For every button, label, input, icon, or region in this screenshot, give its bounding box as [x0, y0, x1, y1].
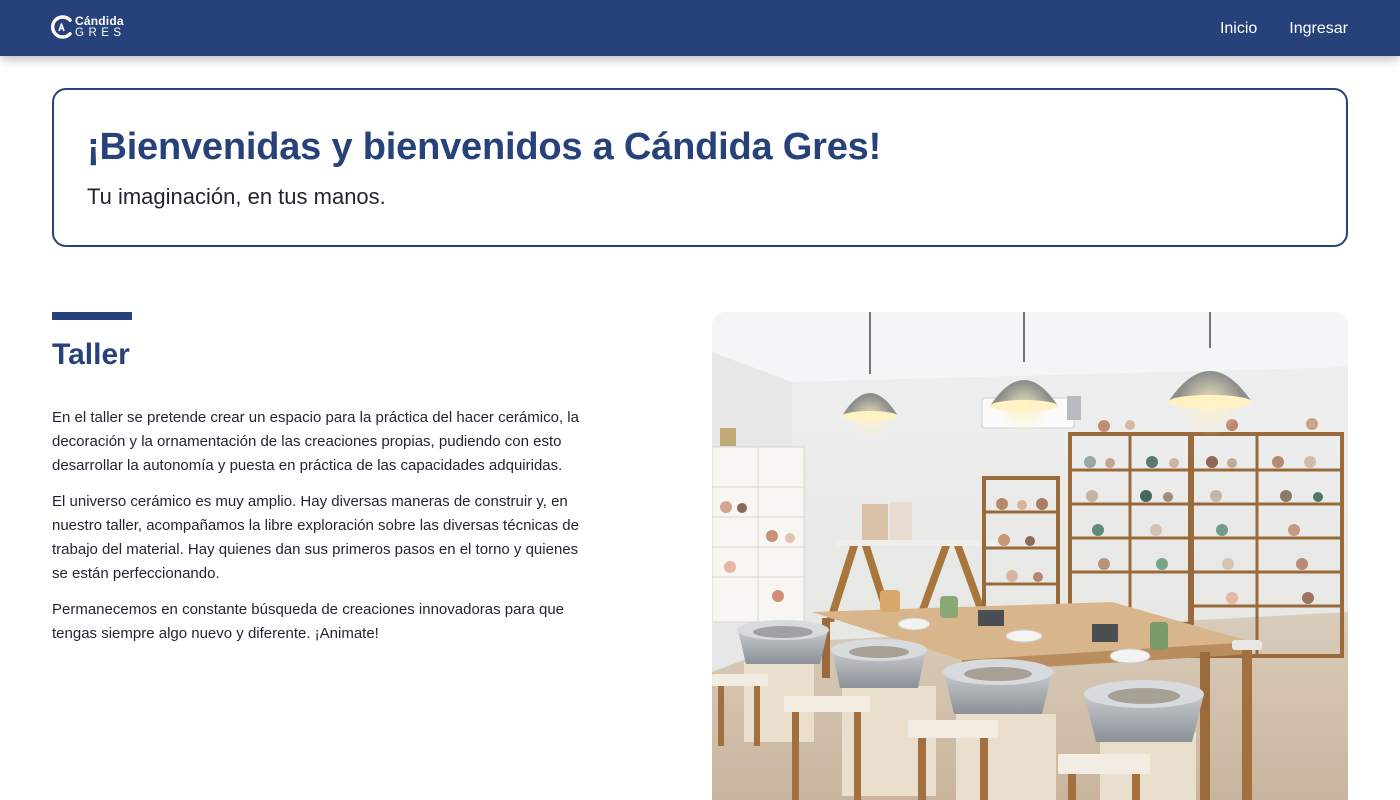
- nav-link-inicio[interactable]: Inicio: [1220, 18, 1257, 38]
- section-paragraph: El universo cerámico es muy amplio. Hay …: [52, 493, 579, 582]
- section-paragraph: En el taller se pretende crear un espaci…: [52, 409, 579, 474]
- logo-name: Cándida: [75, 14, 124, 28]
- logo-mark-icon: [51, 15, 72, 39]
- section-text: En el taller se pretende crear un espaci…: [52, 406, 582, 658]
- workshop-photo-illustration: [712, 312, 1348, 800]
- hero-subtitle: Tu imaginación, en tus manos.: [87, 184, 386, 209]
- nav-links: Inicio Ingresar: [1188, 0, 1348, 56]
- workshop-photo: [712, 312, 1348, 800]
- hero-title: ¡Bienvenidas y bienvenidos a Cándida Gre…: [87, 126, 882, 168]
- brand-logo[interactable]: Cándida GRES: [51, 14, 141, 42]
- section-title: Taller: [52, 338, 130, 371]
- section-paragraph: Permanecemos en constante búsqueda de cr…: [52, 601, 565, 642]
- welcome-banner: ¡Bienvenidas y bienvenidos a Cándida Gre…: [52, 88, 1348, 247]
- navbar: Cándida GRES Inicio Ingresar: [0, 0, 1400, 56]
- nav-link-ingresar[interactable]: Ingresar: [1289, 18, 1348, 38]
- logo-subtitle: GRES: [75, 27, 126, 39]
- section-accent-bar: [52, 312, 132, 320]
